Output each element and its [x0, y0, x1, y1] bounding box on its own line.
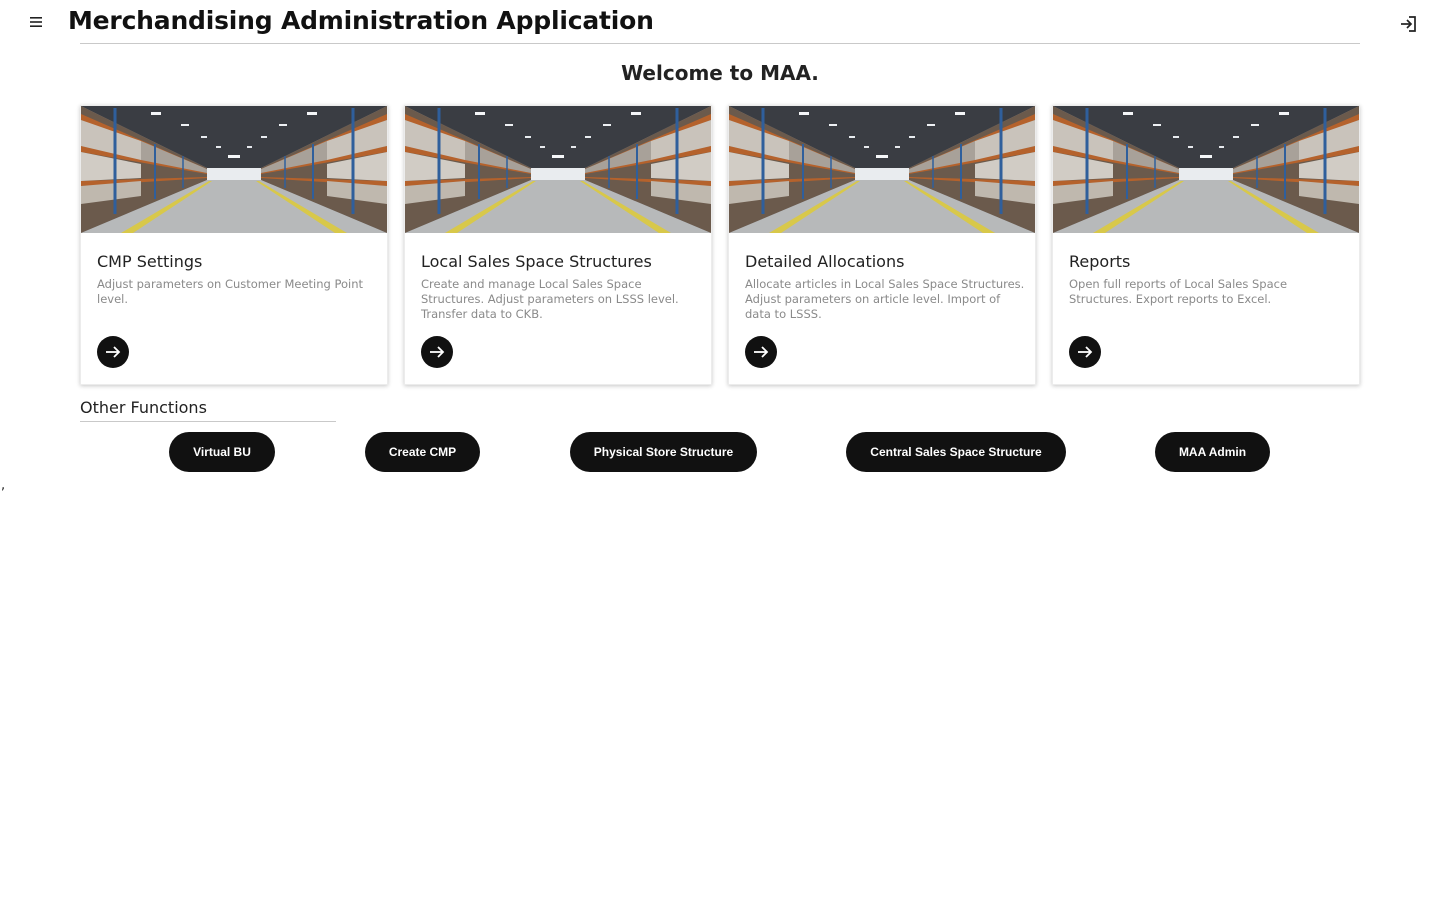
arrow-right-icon[interactable]	[745, 336, 777, 368]
app-title: Merchandising Administration Application	[68, 6, 654, 35]
warehouse-aisle-image	[729, 106, 1035, 233]
login-icon[interactable]	[1396, 12, 1420, 36]
card-description: Allocate articles in Local Sales Space S…	[745, 277, 1025, 321]
stray-text: ,	[1, 478, 6, 493]
card-title: Reports	[1069, 252, 1131, 271]
arrow-right-icon[interactable]	[1069, 336, 1101, 368]
top-bar: Merchandising Administration Application	[0, 0, 1440, 44]
card-detailed-allocations[interactable]: Detailed Allocations Allocate articles i…	[728, 105, 1036, 385]
create-cmp-button[interactable]: Create CMP	[365, 432, 480, 472]
warehouse-aisle-image	[1053, 106, 1359, 233]
card-title: Detailed Allocations	[745, 252, 905, 271]
welcome-heading: Welcome to MAA.	[621, 61, 819, 85]
maa-admin-button[interactable]: MAA Admin	[1155, 432, 1270, 472]
header-divider	[80, 43, 1360, 44]
hamburger-menu-icon[interactable]	[24, 10, 48, 34]
module-cards: CMP Settings Adjust parameters on Custom…	[80, 105, 1360, 385]
virtual-bu-button[interactable]: Virtual BU	[169, 432, 275, 472]
central-sales-space-structure-button[interactable]: Central Sales Space Structure	[846, 432, 1066, 472]
warehouse-aisle-image	[405, 106, 711, 233]
other-functions-divider	[80, 421, 336, 422]
card-description: Create and manage Local Sales Space Stru…	[421, 277, 679, 321]
physical-store-structure-button[interactable]: Physical Store Structure	[570, 432, 757, 472]
card-reports[interactable]: Reports Open full reports of Local Sales…	[1052, 105, 1360, 385]
arrow-right-icon[interactable]	[97, 336, 129, 368]
card-title: CMP Settings	[97, 252, 203, 271]
card-cmp-settings[interactable]: CMP Settings Adjust parameters on Custom…	[80, 105, 388, 385]
other-functions-heading: Other Functions	[80, 398, 207, 417]
card-description: Open full reports of Local Sales Space S…	[1069, 277, 1288, 306]
card-description: Adjust parameters on Customer Meeting Po…	[97, 277, 364, 306]
arrow-right-icon[interactable]	[421, 336, 453, 368]
card-local-sales-space-structures[interactable]: Local Sales Space Structures Create and …	[404, 105, 712, 385]
card-title: Local Sales Space Structures	[421, 252, 652, 271]
warehouse-aisle-image	[81, 106, 387, 233]
